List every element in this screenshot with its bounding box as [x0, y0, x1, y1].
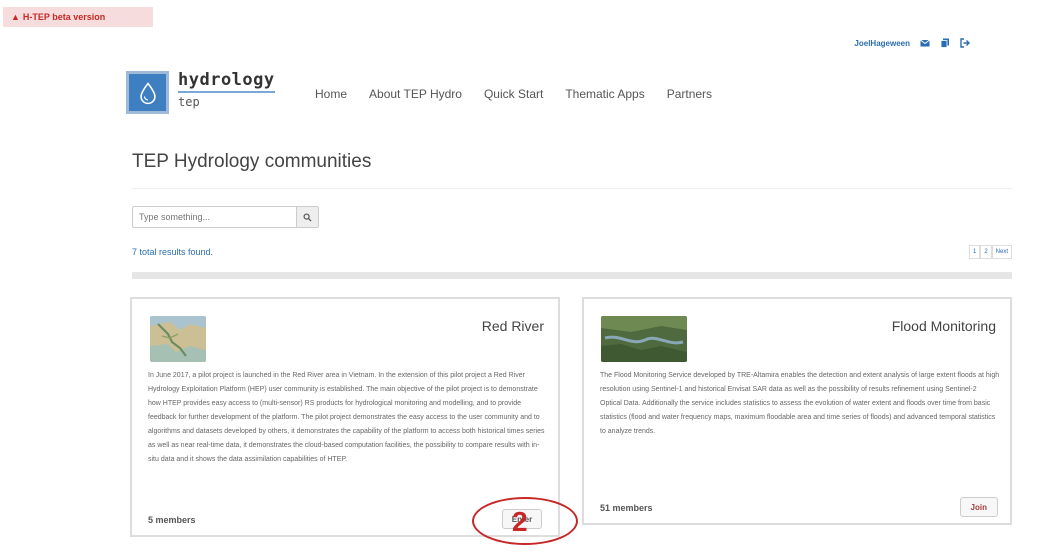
card-title: Flood Monitoring	[891, 318, 996, 334]
nav-home[interactable]: Home	[315, 87, 347, 101]
logout-icon[interactable]	[960, 38, 970, 48]
main-nav: Home About TEP Hydro Quick Start Themati…	[315, 87, 734, 101]
flood-monitoring-thumbnail	[601, 316, 687, 362]
page-2-link[interactable]: 2	[980, 245, 992, 259]
water-drop-icon	[126, 71, 169, 114]
separator-bar	[132, 272, 1012, 279]
nav-about[interactable]: About TEP Hydro	[369, 87, 462, 101]
page-title: TEP Hydrology communities	[132, 151, 372, 172]
results-count: 7 total results found.	[132, 247, 214, 257]
logo-title: hydrology	[178, 71, 275, 93]
search-icon	[303, 212, 312, 222]
members-count: 51 members	[600, 503, 653, 513]
members-count: 5 members	[148, 515, 196, 525]
nav-thematic-apps[interactable]: Thematic Apps	[565, 87, 644, 101]
annotation-number: 2	[512, 506, 528, 537]
card-description: The Flood Monitoring Service developed b…	[600, 372, 1000, 435]
card-description: In June 2017, a pilot project is launche…	[148, 372, 545, 463]
site-logo[interactable]: hydrology tep	[126, 71, 275, 114]
join-button[interactable]: Join	[959, 497, 998, 517]
beta-banner: ▲ H-TEP beta version	[3, 7, 153, 27]
card-title: Red River	[481, 318, 544, 334]
search-box	[132, 206, 319, 228]
page-1-link[interactable]: 1	[968, 245, 981, 259]
copy-icon[interactable]	[940, 38, 950, 48]
mail-icon[interactable]	[920, 38, 930, 48]
divider	[132, 188, 1012, 189]
beta-banner-text: H-TEP beta version	[22, 12, 106, 22]
nav-quick-start[interactable]: Quick Start	[484, 87, 543, 101]
red-river-thumbnail	[150, 316, 206, 362]
community-card: Flood Monitoring The Flood Monitoring Se…	[582, 297, 1012, 525]
nav-partners[interactable]: Partners	[667, 87, 712, 101]
search-input[interactable]	[132, 206, 297, 228]
search-button[interactable]	[297, 206, 319, 228]
logo-subtitle: tep	[178, 95, 200, 109]
next-page-link[interactable]: Next	[991, 245, 1012, 259]
username-link[interactable]: JoelHageween	[854, 39, 910, 48]
pagination: 1 2 Next	[968, 245, 1012, 259]
user-bar: JoelHageween	[854, 38, 970, 48]
warning-icon: ▲	[11, 12, 20, 22]
